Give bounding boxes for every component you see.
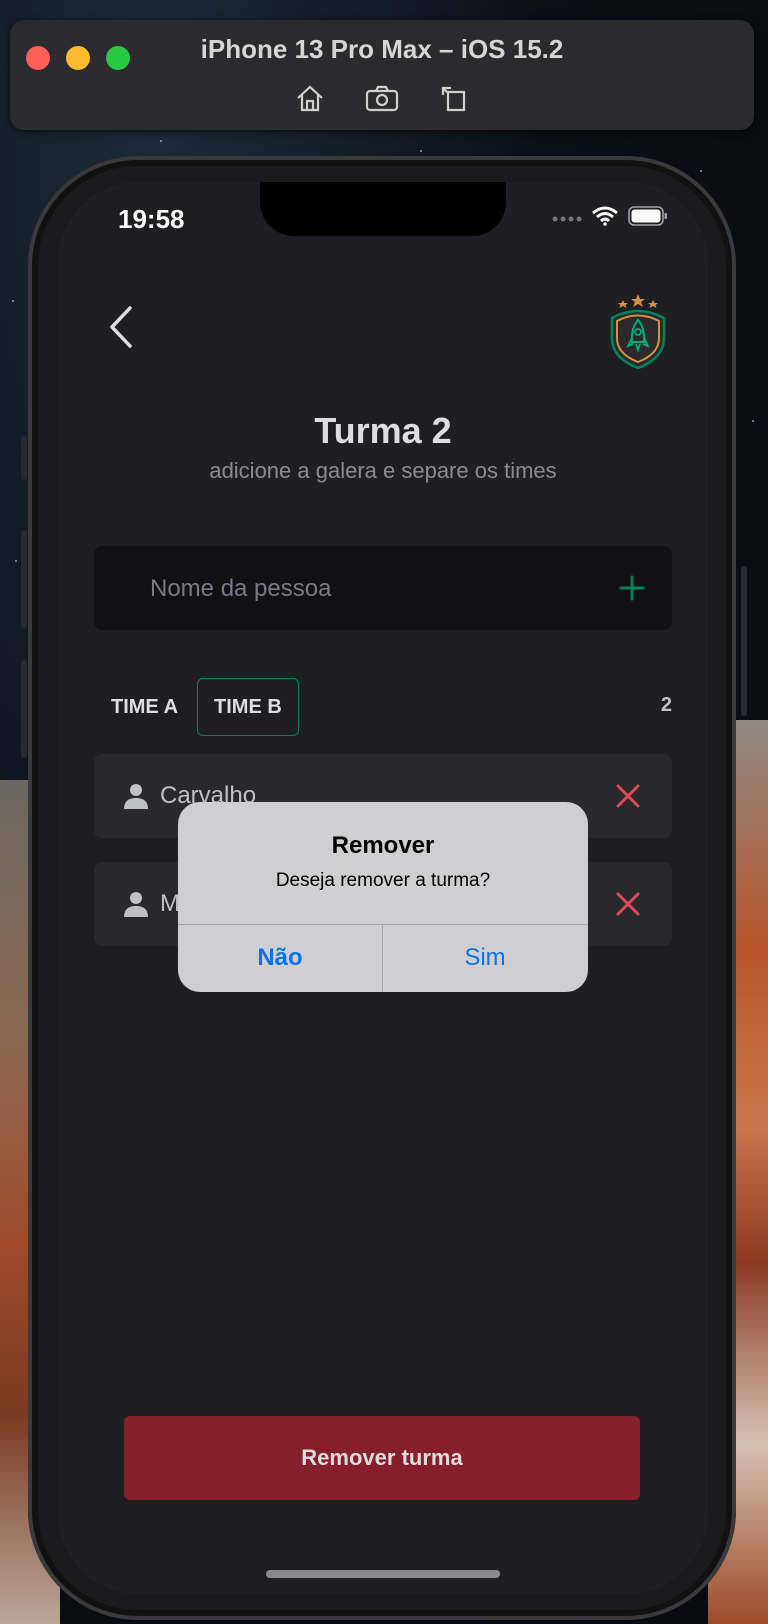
app-screen: 19:58 Turma 2 adicione a galera e separe… xyxy=(58,182,708,1594)
screenshot-icon[interactable] xyxy=(364,80,400,116)
alert-message: Deseja remover a turma? xyxy=(275,870,491,891)
alert-title: Remover xyxy=(331,832,435,859)
simulator-toolbar: iPhone 13 Pro Max – iOS 15.2 xyxy=(10,20,754,130)
alert-confirm-button[interactable]: Sim xyxy=(383,924,587,992)
home-icon[interactable] xyxy=(292,80,328,116)
simulator-title: iPhone 13 Pro Max – iOS 15.2 xyxy=(200,34,564,64)
rotate-icon[interactable] xyxy=(436,80,472,116)
alert-cancel-button[interactable]: Não xyxy=(178,924,382,992)
remove-alert-dialog: Remover Deseja remover a turma? Não Sim xyxy=(178,802,588,992)
